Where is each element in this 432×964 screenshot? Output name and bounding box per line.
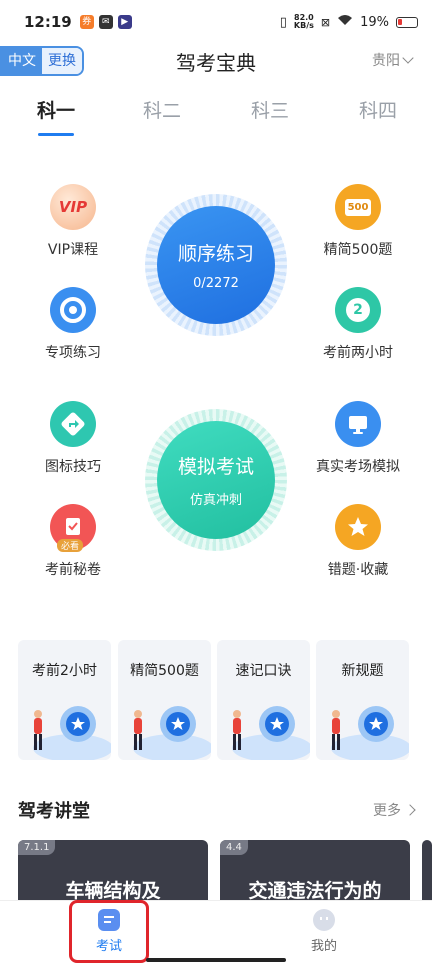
lesson-card[interactable]: 7.1.1 车辆结构及: [18, 840, 208, 902]
star-icon: [335, 504, 381, 550]
battery-icon: [396, 16, 418, 28]
vip-badge: VIP: [58, 198, 88, 216]
network-speed: 82.0 KB/s: [294, 14, 314, 30]
feature-jingjian-500[interactable]: 500 精简500题: [303, 184, 413, 259]
book-badge: 500: [344, 198, 372, 216]
feature-special-practice[interactable]: 专项练习: [18, 287, 128, 362]
mock-exam-button[interactable]: 模拟考试 仿真冲刺: [145, 409, 287, 551]
battery-percent: 19%: [360, 14, 389, 30]
stopwatch-icon: 2: [335, 287, 381, 333]
lesson-number: 7.1.1: [18, 840, 56, 855]
feature-mistakes-favorites[interactable]: 错题·收藏: [303, 504, 413, 579]
card-jingjian-500[interactable]: 精简500题: [118, 640, 211, 760]
highlight-annotation: [69, 900, 149, 963]
feature-label: 精简500题: [323, 242, 393, 258]
chevron-right-icon: [404, 804, 416, 816]
status-bar: 12:19 券 ✉ ▶ ▯ 82.0 KB/s ⊠ 19%: [0, 0, 432, 44]
tab-ke-san[interactable]: 科三: [240, 96, 300, 123]
lesson-title: 车辆结构及: [65, 880, 161, 902]
mock-title: 模拟考试: [177, 456, 254, 478]
book-icon: 500: [335, 184, 381, 230]
app-notification-icon: 券: [79, 15, 94, 29]
nav-mine[interactable]: 我的: [284, 905, 364, 954]
status-time: 12:19: [24, 13, 72, 31]
speed-unit: KB/s: [293, 21, 314, 30]
feature-label: 考前秘卷: [45, 562, 101, 578]
nav-mine-label: 我的: [310, 939, 337, 954]
feature-label: VIP课程: [47, 242, 99, 258]
city-label: 贵阳: [372, 53, 400, 69]
feature-label: 错题·收藏: [327, 562, 389, 578]
mock-subtitle: 仿真冲刺: [189, 493, 242, 508]
tab-ke-yi[interactable]: 科一: [26, 96, 86, 123]
wifi-icon: [337, 14, 353, 30]
card-new-rules[interactable]: 新规题: [316, 640, 409, 760]
clipboard-icon: 必看: [50, 504, 96, 552]
card-title: 新规题: [341, 663, 384, 679]
feature-two-hours[interactable]: 2 考前两小时: [303, 287, 413, 362]
practice-title: 顺序练习: [177, 243, 254, 265]
mock-core: 模拟考试 仿真冲刺: [157, 421, 275, 539]
card-illustration: [33, 706, 111, 760]
card-title: 考前2小时: [32, 663, 97, 679]
card-quick-mnemonics[interactable]: 速记口诀: [217, 640, 310, 760]
feature-real-exam[interactable]: 真实考场模拟: [303, 401, 413, 476]
feature-vip-course[interactable]: VIP VIP课程: [18, 184, 128, 259]
feature-label: 真实考场模拟: [316, 459, 400, 475]
feature-label: 专项练习: [45, 345, 101, 361]
home-indicator[interactable]: [146, 958, 286, 962]
more-link[interactable]: 更多: [373, 800, 416, 820]
mail-notification-icon: ✉: [98, 15, 113, 29]
section-title: 驾考讲堂: [18, 801, 90, 822]
lesson-card[interactable]: 4.4 交通违法行为的: [220, 840, 410, 902]
practice-progress: 0/2272: [193, 276, 239, 291]
subject-tabs: 科一 科二 科三 科四: [0, 92, 432, 140]
bottom-navigation: 考试 我的: [0, 900, 432, 964]
status-right: ▯ 82.0 KB/s ⊠ 19%: [280, 14, 418, 30]
lesson-card-partial[interactable]: [422, 840, 432, 902]
vip-icon: VIP: [50, 184, 96, 230]
sequential-practice-button[interactable]: 顺序练习 0/2272: [145, 194, 287, 336]
feature-secret-paper[interactable]: 必看 考前秘卷: [18, 504, 128, 579]
tab-ke-si[interactable]: 科四: [348, 96, 408, 123]
turn-sign-icon: [50, 401, 96, 447]
stopwatch-badge: 2: [346, 298, 370, 322]
card-illustration: [133, 706, 211, 760]
practice-core: 顺序练习 0/2272: [157, 206, 275, 324]
play-notification-icon: ▶: [117, 15, 132, 29]
card-illustration: [232, 706, 310, 760]
tab-ke-er[interactable]: 科二: [132, 96, 192, 123]
city-selector[interactable]: 贵阳: [372, 50, 414, 70]
active-tab-indicator: [38, 133, 74, 136]
target-icon: [50, 287, 96, 333]
vibrate-icon: ▯: [279, 14, 287, 30]
sim-off-icon: ⊠: [320, 15, 331, 29]
app-title: 驾考宝典: [176, 51, 256, 75]
feature-sign-tips[interactable]: 图标技巧: [18, 401, 128, 476]
chevron-down-icon: [402, 52, 414, 64]
card-two-hours[interactable]: 考前2小时: [18, 640, 111, 760]
profile-icon: [313, 909, 335, 931]
card-title: 精简500题: [130, 663, 199, 679]
app-header: 中文 更换 驾考宝典 贵阳: [0, 44, 432, 78]
feature-label: 图标技巧: [45, 459, 101, 475]
must-see-badge: 必看: [57, 539, 84, 552]
card-illustration: [331, 706, 409, 760]
feature-label: 考前两小时: [323, 345, 393, 361]
monitor-icon: [335, 401, 381, 447]
lesson-number: 4.4: [220, 840, 248, 855]
card-title: 速记口诀: [235, 663, 292, 679]
more-label: 更多: [373, 803, 401, 819]
lesson-title: 交通违法行为的: [248, 880, 382, 902]
